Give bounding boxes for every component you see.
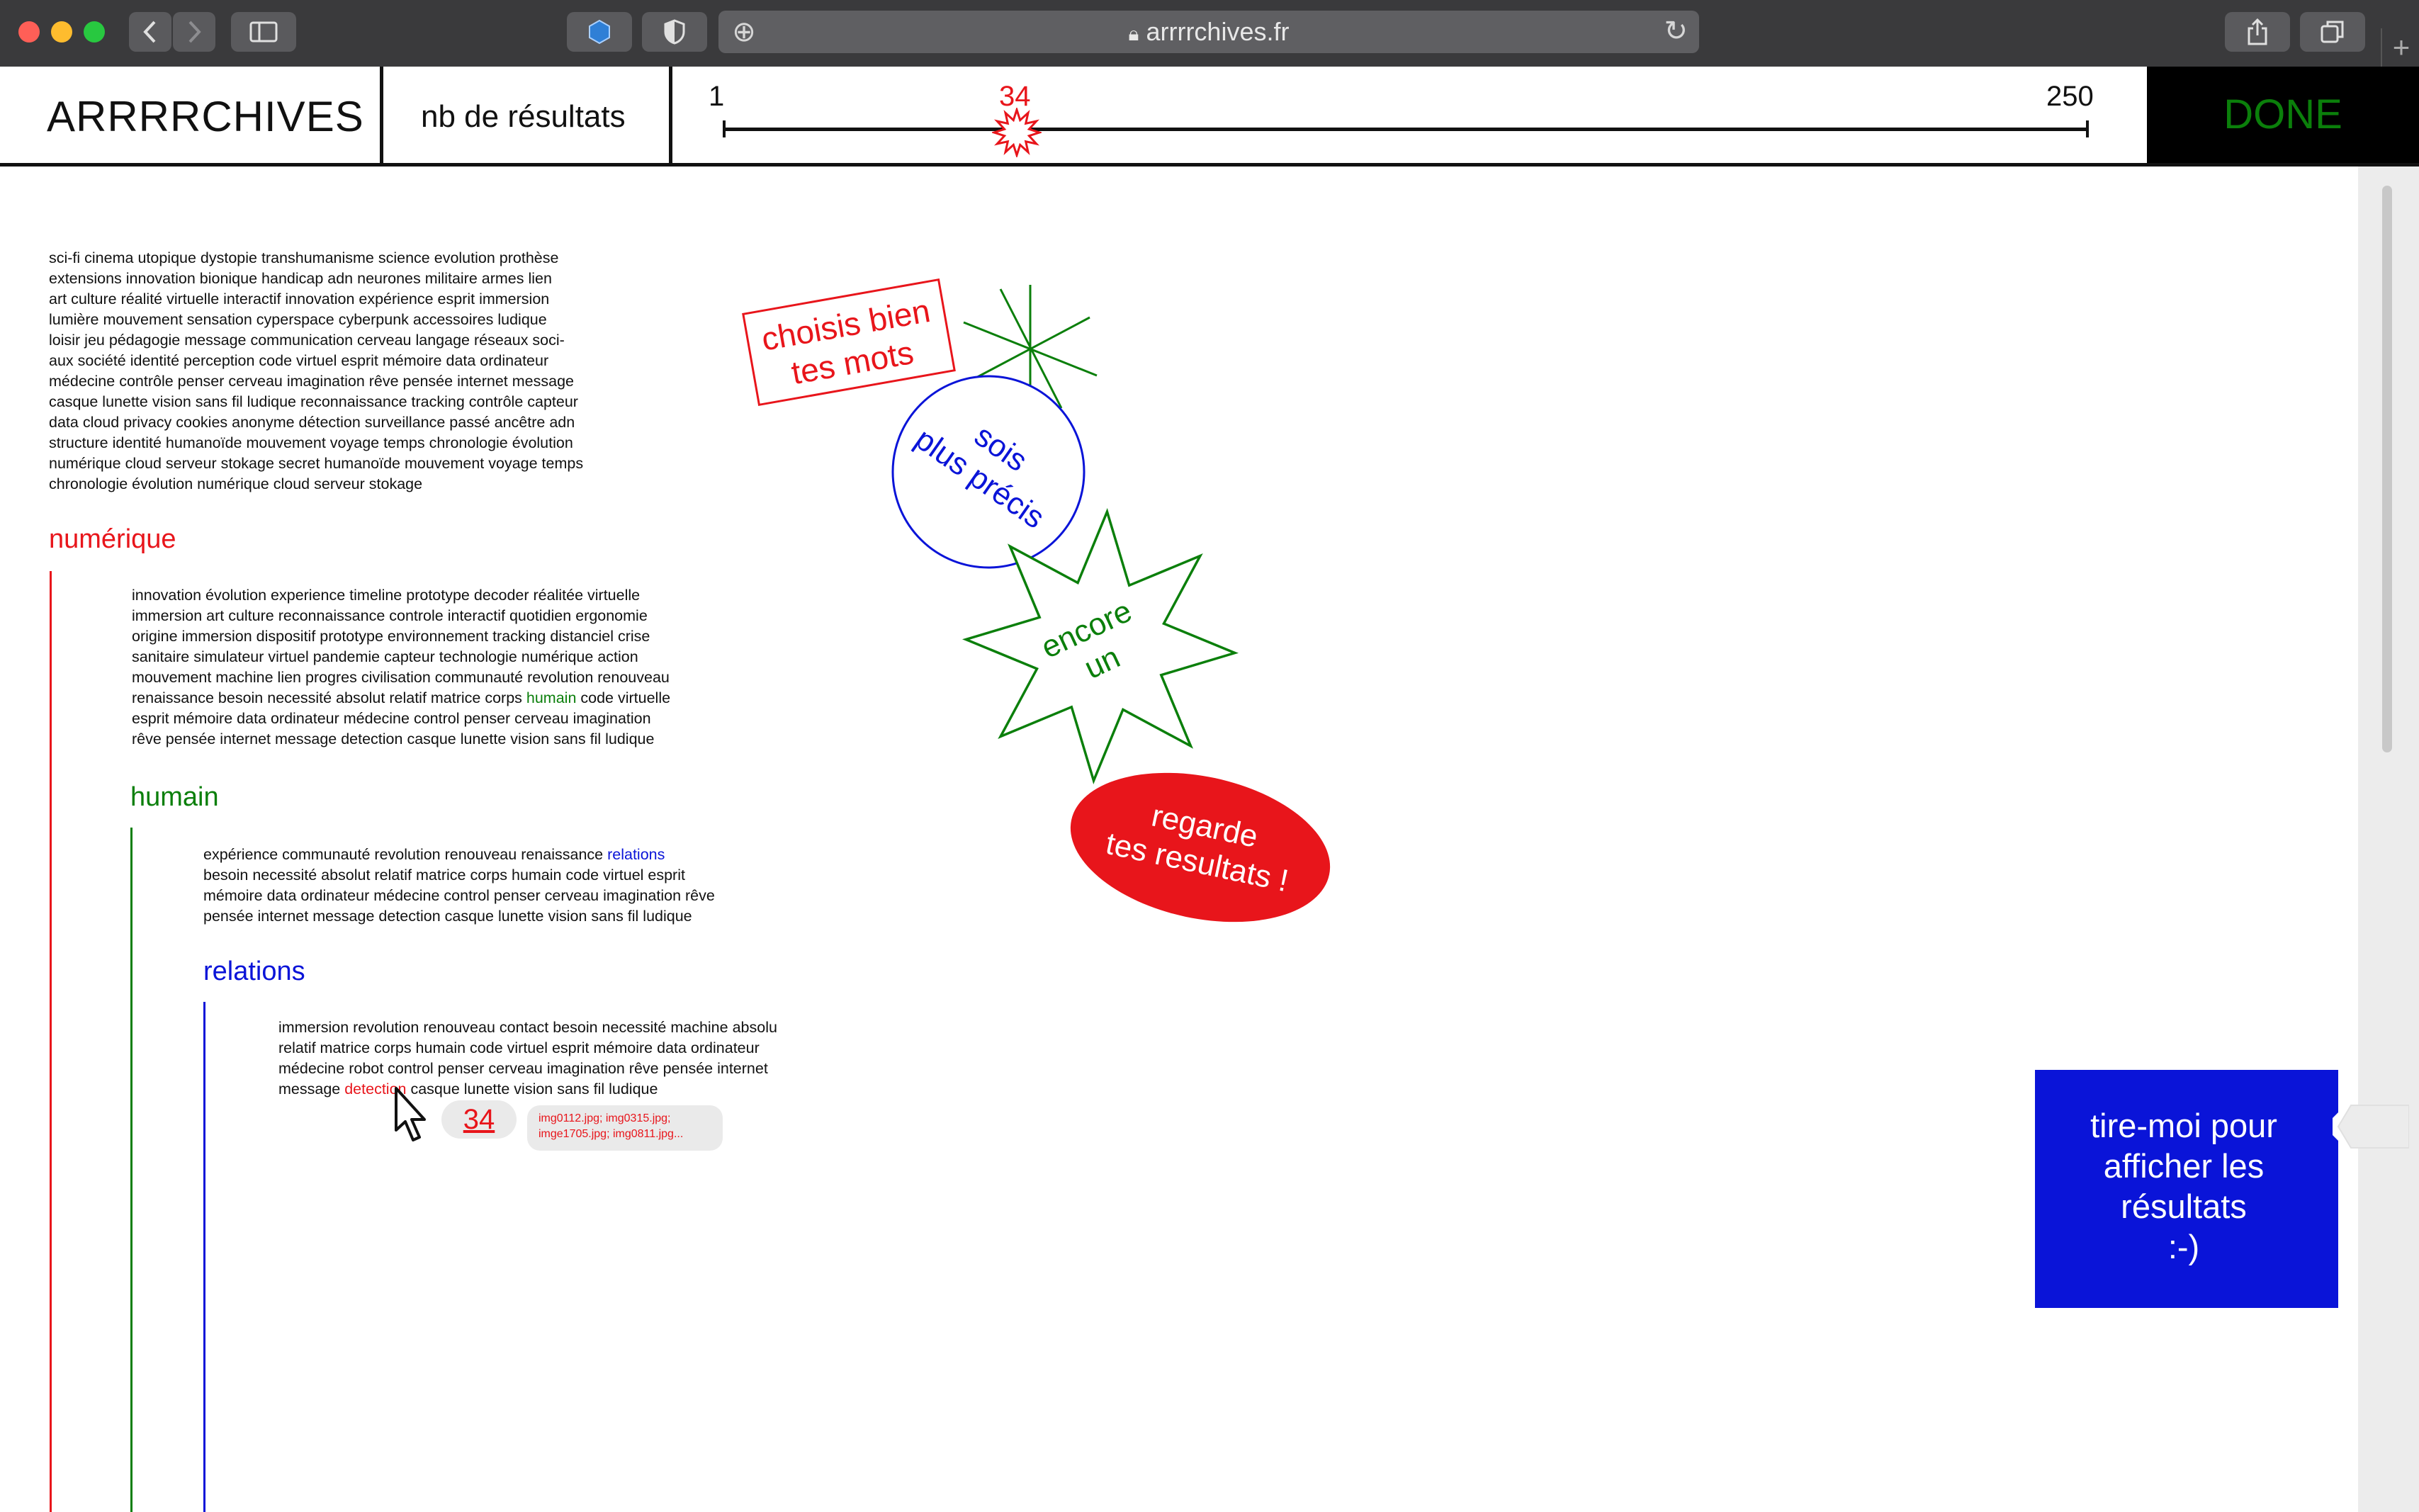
reload-icon[interactable]: ↻ (1664, 15, 1688, 47)
level3-title[interactable]: relations (203, 957, 305, 987)
image-list-line: img0112.jpg; img0315.jpg; (539, 1112, 671, 1124)
pull-results-tab[interactable]: tire-moi pour afficher les résultats :-) (2035, 1070, 2333, 1308)
tabs-icon (2321, 21, 2344, 43)
browser-toolbar: 🔒︎ arrrrchives.fr ⊕ ↻ + (0, 0, 2419, 67)
slider-end-tick (2086, 120, 2089, 137)
mouse-pointer-icon (395, 1087, 426, 1141)
level2-branch-line (130, 828, 132, 1512)
pull-tab-text: tire-moi pour afficher les résultats :-) (2090, 1107, 2277, 1265)
sticker-text: plus précis (909, 422, 1051, 536)
level2-keywords: expérience communauté revolution renouve… (203, 845, 715, 927)
sticker-text: regarde (1149, 798, 1261, 854)
share-icon (2248, 18, 2267, 45)
slider-track[interactable] (723, 128, 2089, 131)
extension-button[interactable] (567, 12, 632, 52)
done-label: DONE (2223, 91, 2342, 137)
try-again-sticker: encore un (962, 507, 1239, 785)
app-header: ARRRRCHIVES nb de résultats 1 34 250 DON… (0, 67, 2419, 167)
tabs-overview-button[interactable] (2300, 12, 2365, 52)
level3-words: casque lunette vision sans fil ludique (406, 1081, 658, 1098)
level3-keywords: immersion revolution renouveau contact b… (278, 1017, 777, 1100)
chevron-left-icon (143, 21, 156, 43)
level2-words: expérience communauté revolution renouve… (203, 846, 608, 863)
intro-keywords: sci-fi cinema utopique dystopie transhum… (49, 249, 584, 492)
shield-icon (664, 19, 685, 45)
new-tab-button[interactable]: + (2381, 28, 2419, 67)
back-button[interactable] (129, 12, 171, 52)
level1-title[interactable]: numérique (49, 524, 176, 555)
sticker-text: sois (969, 418, 1034, 478)
image-list-tooltip: img0112.jpg; img0315.jpg; imge1705.jpg; … (527, 1105, 723, 1151)
minimize-window-button[interactable] (51, 21, 72, 43)
slider-star-handle[interactable] (992, 108, 1042, 157)
sticker-text: tes mots (789, 334, 916, 391)
privacy-shield-button[interactable] (642, 12, 707, 52)
header-divider (380, 67, 383, 163)
keyword-link-humain[interactable]: humain (526, 689, 577, 706)
sidebar-toggle-button[interactable] (231, 12, 296, 52)
choose-words-sticker: choisis bien tes mots (742, 278, 956, 407)
slider-max-label: 250 (2046, 81, 2094, 112)
asterisk-icon (963, 285, 1098, 411)
sticker-text: un (1079, 640, 1125, 686)
level1-branch-line (50, 571, 52, 1512)
be-precise-sticker: sois plus précis (891, 375, 1086, 569)
extension-hexagon-icon (589, 19, 610, 45)
level1-words: innovation évolution experience timeline… (132, 587, 670, 706)
url-text: arrrrchives.fr (1146, 17, 1290, 46)
level2-words: besoin necessité absolut relatif matrice… (203, 867, 715, 925)
url-field[interactable]: 🔒︎ arrrrchives.fr (718, 11, 1699, 53)
level1-keywords: innovation évolution experience timeline… (132, 585, 670, 750)
slider-min-label: 1 (709, 81, 725, 112)
keyword-link-relations[interactable]: relations (607, 846, 665, 863)
address-bar[interactable]: 🔒︎ arrrrchives.fr ⊕ ↻ (718, 11, 1699, 53)
sticker-text: choisis bien (759, 292, 933, 358)
header-divider (669, 67, 672, 163)
lock-icon: 🔒︎ (1128, 23, 1139, 45)
results-count-label: nb de résultats (421, 99, 626, 134)
slider-start-tick (723, 120, 726, 137)
chevron-right-icon (188, 21, 201, 43)
forward-button[interactable] (173, 12, 215, 52)
level2-title[interactable]: humain (130, 782, 219, 813)
see-results-sticker: regarde tes resultats ! (1070, 772, 1331, 923)
result-count-badge[interactable]: 34 (441, 1100, 517, 1139)
sticker-text: tes resultats ! (1103, 826, 1291, 898)
image-list-line: imge1705.jpg; img0811.jpg... (539, 1128, 684, 1140)
share-button[interactable] (2225, 12, 2290, 52)
done-button[interactable]: DONE (2147, 67, 2419, 163)
zoom-window-button[interactable] (84, 21, 105, 43)
close-window-button[interactable] (18, 21, 40, 43)
site-logo[interactable]: ARRRRCHIVES (47, 92, 364, 141)
sidebar-icon (249, 21, 278, 43)
sticker-text: encore (1036, 594, 1137, 665)
scrollbar-thumb[interactable] (2382, 186, 2392, 752)
level3-branch-line (203, 1002, 205, 1512)
add-icon[interactable]: ⊕ (728, 16, 760, 47)
